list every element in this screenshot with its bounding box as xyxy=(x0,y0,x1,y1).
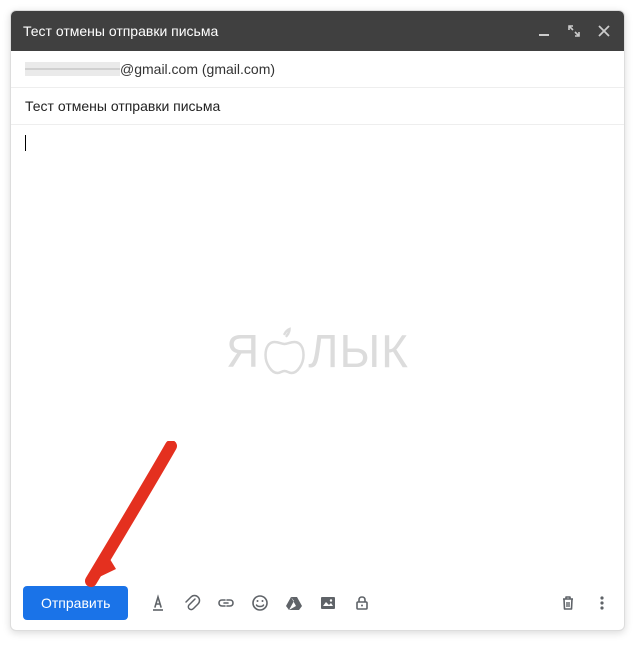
insert-link-icon[interactable] xyxy=(216,593,236,613)
send-button[interactable]: Отправить xyxy=(23,586,128,620)
window-title: Тест отмены отправки письма xyxy=(23,23,536,39)
subject-field[interactable]: Тест отмены отправки письма xyxy=(11,88,624,125)
format-text-icon[interactable] xyxy=(148,593,168,613)
text-cursor xyxy=(25,135,26,151)
insert-image-icon[interactable] xyxy=(318,593,338,613)
discard-draft-icon[interactable] xyxy=(558,593,578,613)
compose-window: Тест отмены отправки письма @gmail.com (… xyxy=(10,10,625,631)
subject-value: Тест отмены отправки письма xyxy=(25,98,220,114)
toolbar-right xyxy=(558,593,612,613)
more-options-icon[interactable] xyxy=(592,593,612,613)
google-drive-icon[interactable] xyxy=(284,593,304,613)
insert-emoji-icon[interactable] xyxy=(250,593,270,613)
recipient-redacted xyxy=(25,62,120,76)
formatting-icons xyxy=(148,593,372,613)
titlebar: Тест отмены отправки письма xyxy=(11,11,624,51)
close-icon[interactable] xyxy=(596,23,612,39)
recipient-suffix: @gmail.com (gmail.com) xyxy=(120,61,275,77)
watermark-right: ЛЫК xyxy=(308,324,409,378)
watermark: Я ЛЫК xyxy=(226,324,409,378)
watermark-left: Я xyxy=(226,324,260,378)
recipient-field[interactable]: @gmail.com (gmail.com) xyxy=(11,51,624,88)
window-controls xyxy=(536,23,612,39)
compose-toolbar: Отправить xyxy=(11,576,624,630)
apple-icon xyxy=(262,326,306,376)
confidential-mode-icon[interactable] xyxy=(352,593,372,613)
message-body[interactable]: Я ЛЫК xyxy=(11,125,624,576)
minimize-icon[interactable] xyxy=(536,23,552,39)
expand-icon[interactable] xyxy=(566,23,582,39)
attach-file-icon[interactable] xyxy=(182,593,202,613)
